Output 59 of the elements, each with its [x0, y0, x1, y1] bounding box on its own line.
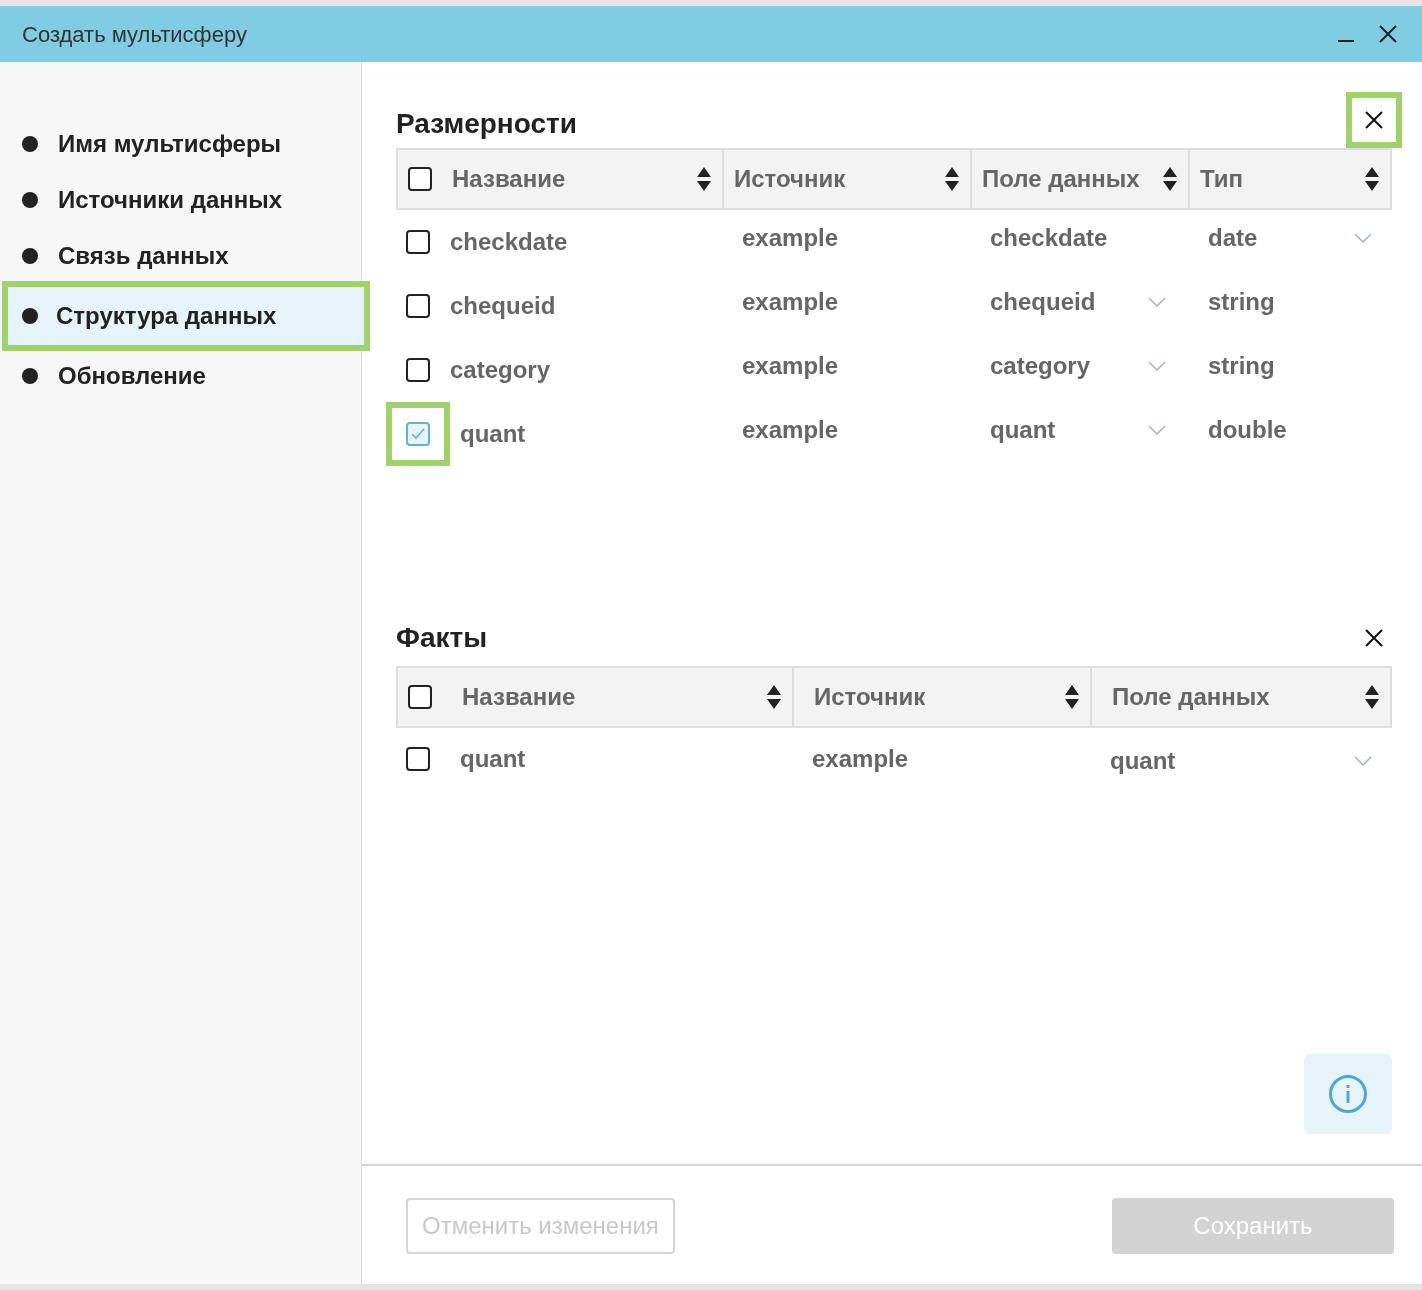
checkbox[interactable]	[408, 685, 432, 709]
sort-icon[interactable]	[1364, 165, 1380, 193]
section-title: Размерности	[396, 107, 577, 141]
table-cell-text: checkdate	[990, 223, 1108, 253]
checkbox[interactable]	[406, 294, 430, 318]
sidebar-item[interactable]: Структура данных	[2, 281, 370, 351]
sort-icon[interactable]	[696, 165, 712, 193]
table-cell-text: chequeid	[450, 291, 556, 321]
table-cell-text: example	[812, 744, 909, 774]
table-cell-text: example	[742, 351, 839, 381]
table-cell-text: checkdate	[450, 227, 568, 257]
table-cell-text: quant	[460, 744, 526, 774]
checkbox[interactable]	[406, 747, 430, 771]
sidebar-item[interactable]: Обновление	[2, 348, 361, 404]
bullet-icon	[22, 248, 38, 264]
table-cell-text: category	[990, 351, 1091, 381]
table-cell-text: example	[742, 287, 839, 317]
sidebar-item[interactable]: Связь данных	[2, 228, 361, 284]
column-header[interactable]: Источник	[734, 161, 924, 197]
bullet-icon	[22, 192, 38, 208]
table-cell-text: example	[742, 415, 839, 445]
info-icon	[1328, 1074, 1368, 1114]
column-header[interactable]: Название	[462, 679, 736, 715]
close-icon	[1364, 628, 1384, 648]
bullet-icon	[22, 136, 38, 152]
checkbox[interactable]	[406, 358, 430, 382]
table-cell-text: string	[1208, 351, 1275, 381]
table-cell-text: quant	[990, 415, 1056, 445]
checkmark-icon	[411, 428, 425, 440]
table-cell-text: category	[450, 355, 551, 385]
column-header[interactable]: Источник	[814, 679, 1034, 715]
column-header[interactable]: Тип	[1200, 161, 1344, 197]
sidebar-item[interactable]: Имя мультисферы	[2, 116, 361, 172]
sidebar-item[interactable]: Источники данных	[2, 172, 361, 228]
checkbox[interactable]	[406, 230, 430, 254]
sort-icon[interactable]	[1064, 683, 1080, 711]
sort-icon[interactable]	[1364, 683, 1380, 711]
bullet-icon	[22, 368, 38, 384]
column-header[interactable]: Поле данных	[1112, 679, 1334, 715]
table-cell-text: example	[742, 223, 839, 253]
table-cell-text: quant	[1110, 746, 1176, 776]
table-cell-text: double	[1208, 415, 1287, 445]
window-title: Создать мультисферу	[22, 20, 248, 49]
close-icon	[1379, 25, 1397, 43]
column-header[interactable]: Название	[452, 161, 676, 197]
table-cell-text: string	[1208, 287, 1275, 317]
checkbox[interactable]	[406, 422, 430, 446]
table-cell-text: quant	[460, 419, 526, 449]
column-header[interactable]: Поле данных	[982, 161, 1142, 197]
sort-icon[interactable]	[766, 683, 782, 711]
table-cell-text: date	[1208, 223, 1258, 253]
close-button[interactable]	[1346, 92, 1402, 148]
close-icon	[1364, 110, 1384, 130]
table-cell-text: chequeid	[990, 287, 1096, 317]
sort-icon[interactable]	[1162, 165, 1178, 193]
bullet-icon	[22, 308, 38, 324]
checkbox[interactable]	[408, 167, 432, 191]
sort-icon[interactable]	[944, 165, 960, 193]
section-title: Факты	[396, 621, 488, 655]
